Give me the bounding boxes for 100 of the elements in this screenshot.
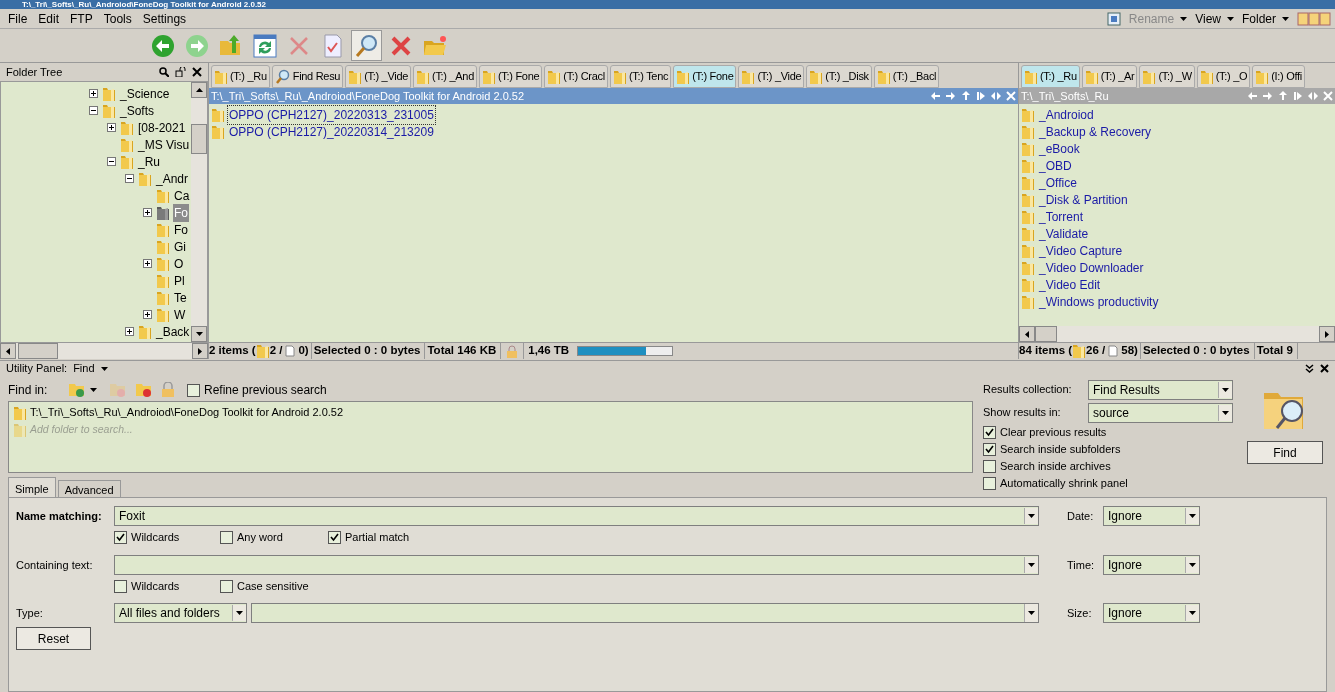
folder-item[interactable]: _Office <box>1038 173 1078 192</box>
folder-item[interactable]: OPPO (CPH2127)_20220314_213209 <box>228 122 435 141</box>
folder-item[interactable]: _Backup & Recovery <box>1038 122 1153 141</box>
tree-item[interactable]: _Back <box>155 322 191 341</box>
tree-item[interactable]: Ca <box>173 186 191 205</box>
scrollbar[interactable] <box>191 82 207 342</box>
close-icon[interactable] <box>1320 364 1329 373</box>
tab[interactable]: (T:) _Vide <box>738 65 805 88</box>
expand-toggle[interactable] <box>107 157 116 166</box>
scrollbar[interactable] <box>1019 326 1335 342</box>
tree-item[interactable]: Fo <box>173 220 189 239</box>
checkbox[interactable] <box>983 443 996 456</box>
folder-item[interactable]: _Torrent <box>1038 207 1085 226</box>
tree-item[interactable]: O <box>173 254 185 273</box>
scroll-down-button[interactable] <box>191 326 207 342</box>
pane-icon[interactable] <box>1106 11 1121 26</box>
checkbox[interactable] <box>114 530 127 544</box>
checkbox[interactable] <box>220 579 233 593</box>
swap-icon[interactable] <box>991 91 1001 101</box>
tab[interactable]: (T:) Tenc <box>609 65 672 88</box>
swap-icon[interactable] <box>1308 91 1318 101</box>
scroll-right-button[interactable] <box>192 343 208 359</box>
expand-toggle[interactable] <box>107 123 116 132</box>
back-arrow-icon[interactable] <box>1248 91 1258 101</box>
checkbox[interactable] <box>114 579 127 593</box>
folder-item[interactable]: OPPO (CPH2127)_20220313_231005 <box>228 105 435 124</box>
forward-arrow-icon[interactable] <box>946 91 956 101</box>
menu-item[interactable]: File <box>8 9 28 28</box>
expand-toggle[interactable] <box>89 106 98 115</box>
toolbar-button[interactable] <box>351 30 382 61</box>
checkbox[interactable] <box>983 460 996 473</box>
close-icon[interactable] <box>192 67 202 77</box>
mode-dropdown[interactable]: Find <box>73 360 108 377</box>
expand-toggle[interactable] <box>125 174 134 183</box>
back-arrow-icon[interactable] <box>931 91 941 101</box>
folder-item[interactable]: _Video Edit <box>1038 275 1102 294</box>
dropdown[interactable]: source <box>1088 402 1233 423</box>
collapse-icon[interactable] <box>1305 364 1314 373</box>
tab[interactable]: (T:) _Vide <box>345 65 412 88</box>
folder-item[interactable]: _Video Capture <box>1038 241 1124 260</box>
scrollbar-thumb[interactable] <box>18 343 58 359</box>
checkbox[interactable] <box>983 426 996 439</box>
scrollbar[interactable] <box>0 343 208 359</box>
tree-item[interactable]: _Andr <box>155 169 190 188</box>
up-arrow-icon[interactable] <box>961 91 971 101</box>
folder-item[interactable]: _OBD <box>1038 156 1073 175</box>
tab[interactable]: (T:) _W <box>1139 65 1195 88</box>
unlock-icon[interactable] <box>175 67 186 77</box>
find-button[interactable]: Find <box>1247 441 1323 464</box>
reset-button[interactable]: Reset <box>16 627 91 650</box>
tab[interactable]: (T:) Fone <box>478 65 543 88</box>
scrollbar-thumb[interactable] <box>191 124 207 154</box>
expand-toggle[interactable] <box>89 89 98 98</box>
folder-item[interactable]: _eBook <box>1038 139 1081 158</box>
scrollbar-thumb[interactable] <box>1035 326 1057 342</box>
search-icon[interactable] <box>159 67 169 77</box>
tree-item[interactable]: _Science <box>119 84 171 103</box>
tree-item[interactable]: _Ru <box>137 152 161 171</box>
tree-item[interactable]: _Softs <box>119 101 156 120</box>
tree-item[interactable]: Gi <box>173 237 187 256</box>
folder-list[interactable]: T:\_Tri\_Softs\_Ru\_Androiod\FoneDog Toolkit for Android 2.0.52 Add folder to search... <box>8 401 973 473</box>
menu-item[interactable]: Tools <box>103 9 132 28</box>
text-combo-field[interactable] <box>114 555 1039 575</box>
dropdown[interactable]: All files and folders <box>114 603 247 623</box>
folder-check-icon[interactable] <box>68 382 86 398</box>
sync-icon[interactable] <box>976 91 986 101</box>
tab[interactable]: (T:) Fone <box>673 65 737 88</box>
tree-item[interactable]: Te <box>173 288 188 307</box>
text-combo-field[interactable]: Foxit <box>114 506 1039 526</box>
scroll-up-button[interactable] <box>191 82 207 98</box>
sync-icon[interactable] <box>1293 91 1303 101</box>
checkbox[interactable] <box>187 383 200 397</box>
forward-arrow-icon[interactable] <box>1263 91 1273 101</box>
checkbox[interactable] <box>328 530 341 544</box>
toolbar-menu[interactable]: View <box>1195 9 1234 28</box>
expand-toggle[interactable] <box>143 208 152 217</box>
tab[interactable]: (T:) _Ru <box>1021 65 1080 88</box>
menu-item[interactable]: FTP <box>70 9 93 28</box>
menu-item[interactable]: Settings <box>142 9 187 28</box>
folder-block-icon[interactable] <box>135 382 153 398</box>
tab[interactable]: (T:) _Ru <box>211 65 270 88</box>
dropdown[interactable]: Ignore <box>1103 555 1200 575</box>
tab[interactable]: Simple <box>8 477 56 497</box>
toolbar-menu[interactable]: Folder <box>1242 9 1289 28</box>
expand-toggle[interactable] <box>143 259 152 268</box>
dropdown[interactable]: Find Results <box>1088 379 1233 400</box>
tab[interactable]: (I:) Offi <box>1252 65 1305 88</box>
tab[interactable]: (T:) _And <box>413 65 477 88</box>
input-field[interactable] <box>251 603 1039 623</box>
tab[interactable]: (T:) _Disk <box>806 65 872 88</box>
scroll-left-button[interactable] <box>0 343 16 359</box>
scroll-right-button[interactable] <box>1319 326 1335 342</box>
tree-item[interactable]: Pl <box>173 271 186 290</box>
tree-item[interactable]: [08-2021 <box>137 118 187 137</box>
tab[interactable]: (T:) _Bacl <box>873 65 940 88</box>
tab[interactable]: (T:) _Ar <box>1081 65 1138 88</box>
dropdown[interactable]: Ignore <box>1103 506 1200 526</box>
folder-item[interactable]: _Video Downloader <box>1038 258 1145 277</box>
up-arrow-icon[interactable] <box>1278 91 1288 101</box>
folder-item[interactable]: _Disk & Partition <box>1038 190 1129 209</box>
